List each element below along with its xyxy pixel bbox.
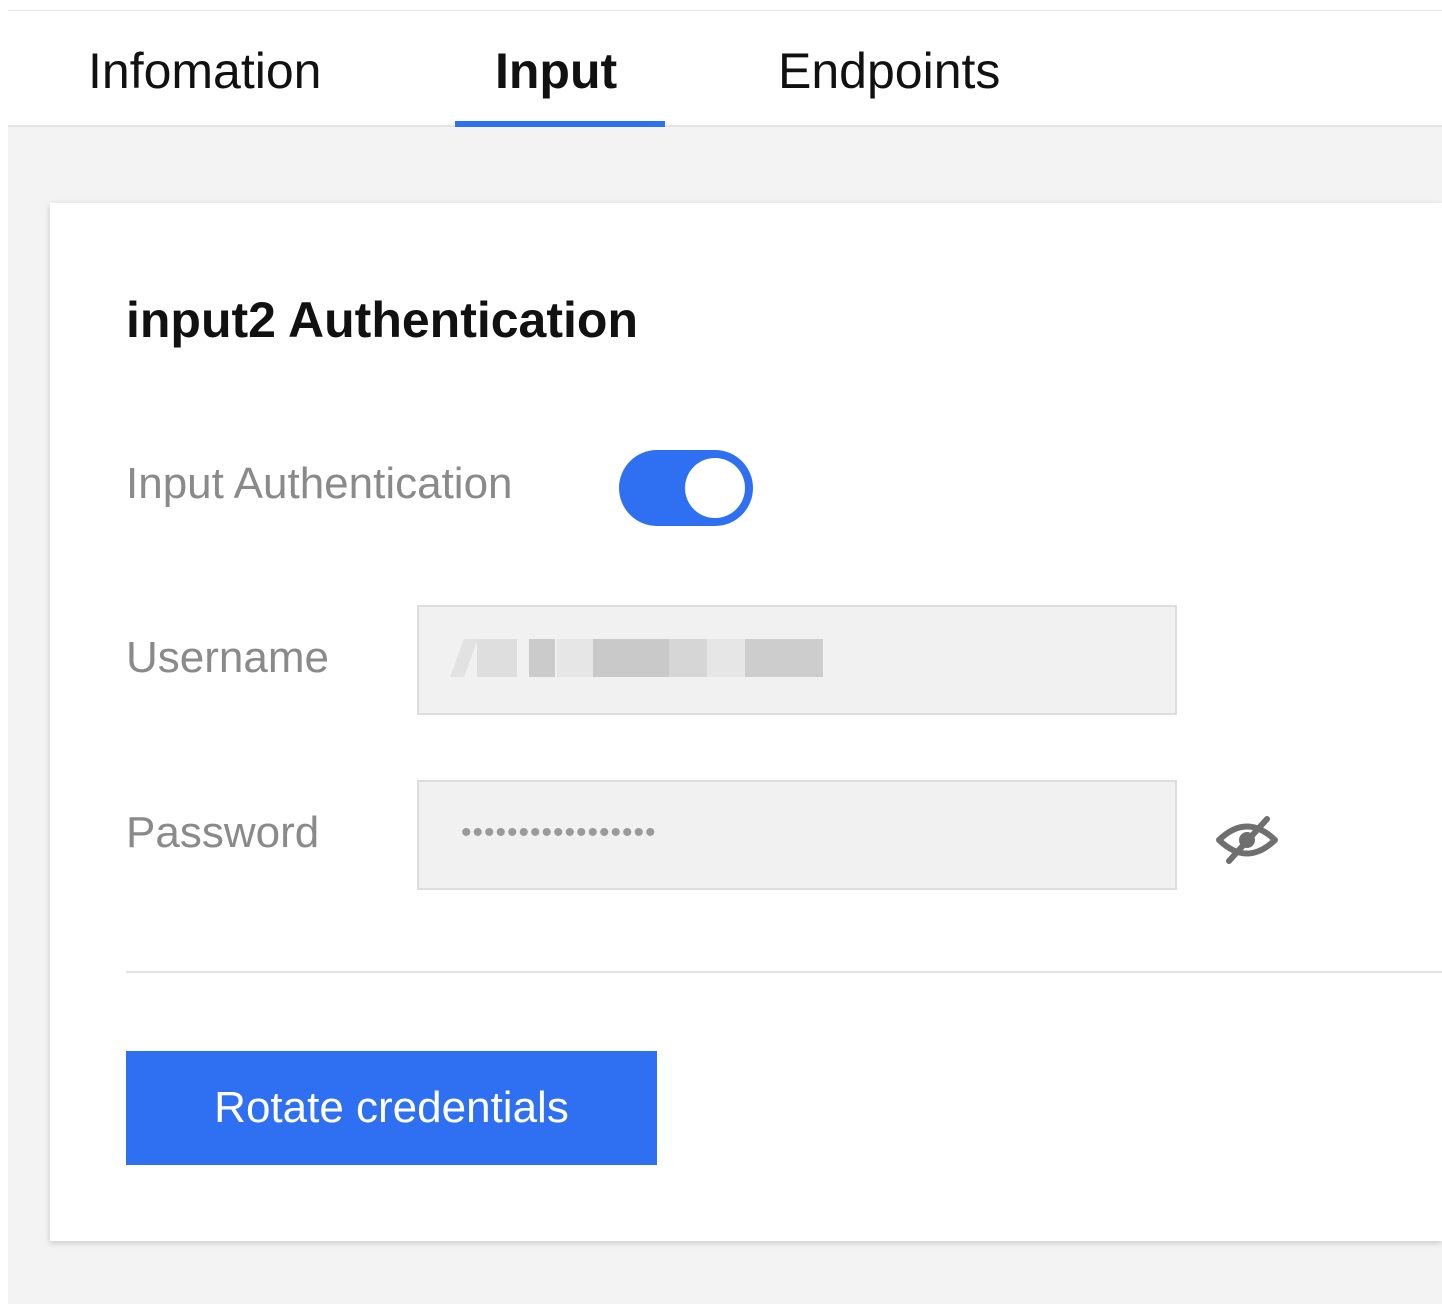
password-field[interactable]: ••••••••••••••••• — [417, 780, 1177, 890]
password-label: Password — [126, 808, 320, 857]
active-tab-indicator — [455, 121, 665, 127]
section-divider — [126, 971, 1442, 973]
tab-bar: Infomation Input Endpoints — [8, 11, 1442, 127]
password-masked-value: ••••••••••••••••• — [461, 816, 657, 849]
authentication-card: input2 Authentication Input Authenticati… — [50, 203, 1442, 1241]
app-frame: Infomation Input Endpoints input2 Authen… — [8, 10, 1442, 1304]
tab-information[interactable]: Infomation — [88, 41, 321, 101]
tab-endpoints[interactable]: Endpoints — [778, 41, 1000, 101]
tab-input[interactable]: Input — [495, 41, 617, 101]
toggle-knob — [685, 458, 745, 518]
input-authentication-toggle[interactable] — [619, 450, 753, 526]
input-authentication-label: Input Authentication — [126, 459, 513, 508]
username-field[interactable] — [417, 605, 1177, 715]
card-title: input2 Authentication — [126, 292, 638, 348]
eye-slash-icon[interactable] — [1215, 815, 1279, 865]
username-label: Username — [126, 633, 329, 682]
rotate-credentials-button[interactable]: Rotate credentials — [126, 1051, 657, 1165]
